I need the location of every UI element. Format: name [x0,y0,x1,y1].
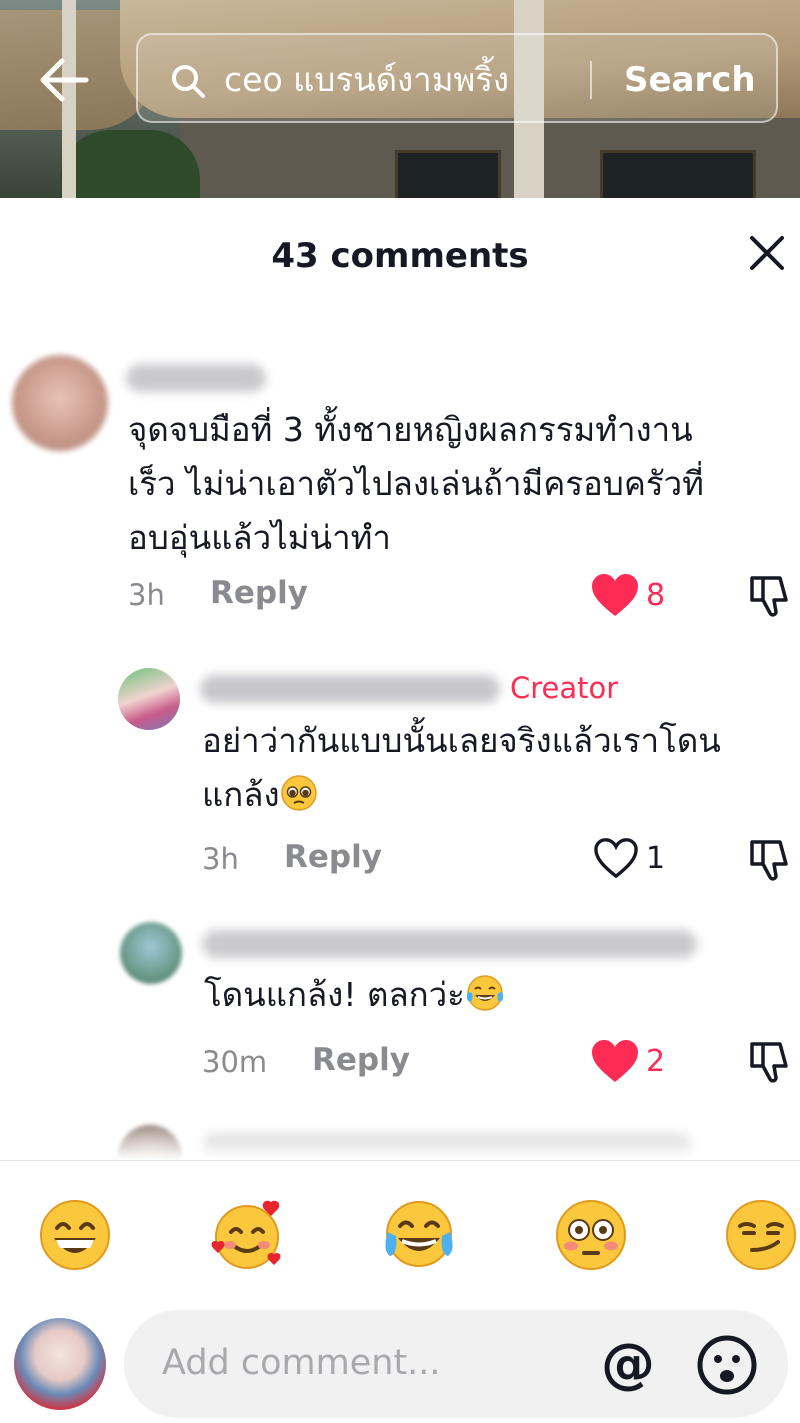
search-bar[interactable]: ceo แบรนด์งามพริ้ง Search [136,33,778,123]
back-button[interactable] [34,50,94,110]
username-blurred[interactable] [126,364,266,392]
close-icon[interactable] [744,230,790,276]
scroll-fade [0,1120,800,1160]
comment-time: 3h [202,842,239,876]
search-icon [172,65,205,98]
avatar[interactable] [12,355,108,451]
thumbs-down-icon[interactable] [746,572,792,618]
like-button[interactable]: 2 [590,1038,665,1084]
comment-time: 30m [202,1045,268,1079]
comments-count-title: 43 comments [271,236,529,276]
divider [0,1160,800,1161]
heart-filled-icon [592,574,638,616]
arrow-left-icon [40,58,89,102]
search-divider [590,61,592,99]
thumbs-down-icon[interactable] [746,836,792,882]
like-button[interactable]: 1 [592,836,665,880]
foliage [60,130,200,198]
heart-outline-icon [594,838,638,879]
avatar[interactable] [118,668,180,730]
like-count: 2 [646,1043,666,1079]
comment-text: อย่าว่ากันแบบนั้นเลยจริงแล้วเราโดน แกล้ง [202,714,721,828]
creator-badge: Creator [510,671,619,705]
comment-text: จุดจบมือที่ 3 ทั้งชายหญิงผลกรรมทำงาน เร็… [128,410,704,557]
pleading-face-emoji [280,774,318,828]
like-button[interactable]: 8 [590,572,665,618]
tears-of-joy-emoji [465,974,505,1028]
smirk-emoji[interactable] [724,1198,798,1272]
search-query[interactable]: ceo แบรนด์งามพริ้ง [224,55,509,105]
house-window [395,150,501,198]
reply-button[interactable]: Reply [210,575,308,611]
avatar[interactable] [120,922,182,984]
house-window [600,150,756,198]
heart-filled-icon [592,1040,638,1082]
grin-emoji[interactable] [38,1198,112,1272]
emoji-picker-icon[interactable] [696,1334,758,1396]
search-button[interactable]: Search [624,55,756,105]
tears-of-joy-emoji[interactable] [382,1198,456,1272]
smiling-face-with-hearts-emoji[interactable] [210,1198,284,1272]
thumbs-down-icon[interactable] [746,1038,792,1084]
comment-input[interactable]: Add comment... @ [124,1310,788,1418]
comment-time: 3h [128,578,165,612]
comment-text: โดนแกล้ง! ตลกว่ะ [204,968,505,1028]
username-blurred[interactable] [200,675,500,703]
my-avatar[interactable] [14,1318,106,1410]
like-count: 1 [646,840,666,876]
username-blurred[interactable] [202,930,697,958]
reply-button[interactable]: Reply [284,839,382,875]
mention-button[interactable]: @ [598,1334,658,1394]
flushed-emoji[interactable] [554,1198,628,1272]
comment-input-placeholder: Add comment... [162,1343,441,1383]
reply-button[interactable]: Reply [312,1042,410,1078]
at-sign-icon: @ [601,1332,655,1395]
like-count: 8 [646,577,666,613]
